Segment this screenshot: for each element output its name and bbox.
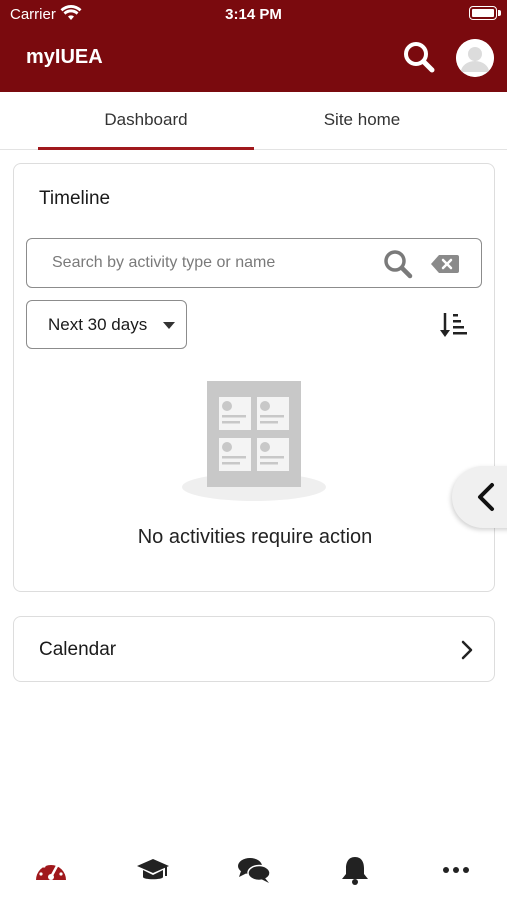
timeline-search-box [26,238,482,288]
header-search-button[interactable] [402,40,436,74]
chat-bubbles-icon [238,858,271,883]
empty-timeline-illustration [180,379,328,505]
timeline-card: Timeline Next 30 days [13,163,495,592]
chevron-right-icon [460,639,474,661]
nav-notifications[interactable] [337,854,373,886]
bell-icon [342,857,368,885]
sort-icon[interactable] [439,310,469,340]
tab-dashboard[interactable]: Dashboard [38,92,254,150]
battery-icon [469,6,501,20]
date-range-filter[interactable]: Next 30 days [26,300,187,349]
ellipsis-icon [443,867,469,873]
user-avatar-icon [456,39,494,77]
dashboard-gauge-icon [36,861,66,880]
date-range-filter-label: Next 30 days [48,315,148,334]
chevron-left-icon [478,483,494,511]
bottom-tab-bar [0,840,507,900]
timeline-title: Timeline [39,188,111,209]
status-time: 3:14 PM [225,6,282,23]
nav-messages[interactable] [236,854,272,886]
search-icon [404,42,435,73]
status-bar: Carrier 3:14 PM [0,0,507,28]
nav-more[interactable] [438,854,474,886]
nav-dashboard[interactable] [33,854,69,886]
user-avatar[interactable] [456,39,494,77]
graduation-cap-icon [137,859,169,880]
caret-down-icon [163,322,175,329]
clear-search-icon[interactable] [430,253,460,275]
block-drawer-toggle[interactable] [452,466,507,528]
tab-site-home[interactable]: Site home [254,92,470,150]
calendar-card[interactable]: Calendar [13,616,495,682]
timeline-search-input[interactable] [28,240,373,286]
empty-timeline-message: No activities require action [137,526,373,548]
app-header: Carrier 3:14 PM myIUEA [0,0,507,92]
calendar-label: Calendar [39,639,117,660]
search-icon[interactable] [382,248,414,280]
nav-courses[interactable] [135,854,171,886]
main-tabs: Dashboard Site home [0,92,507,150]
app-title: myIUEA [26,46,103,68]
